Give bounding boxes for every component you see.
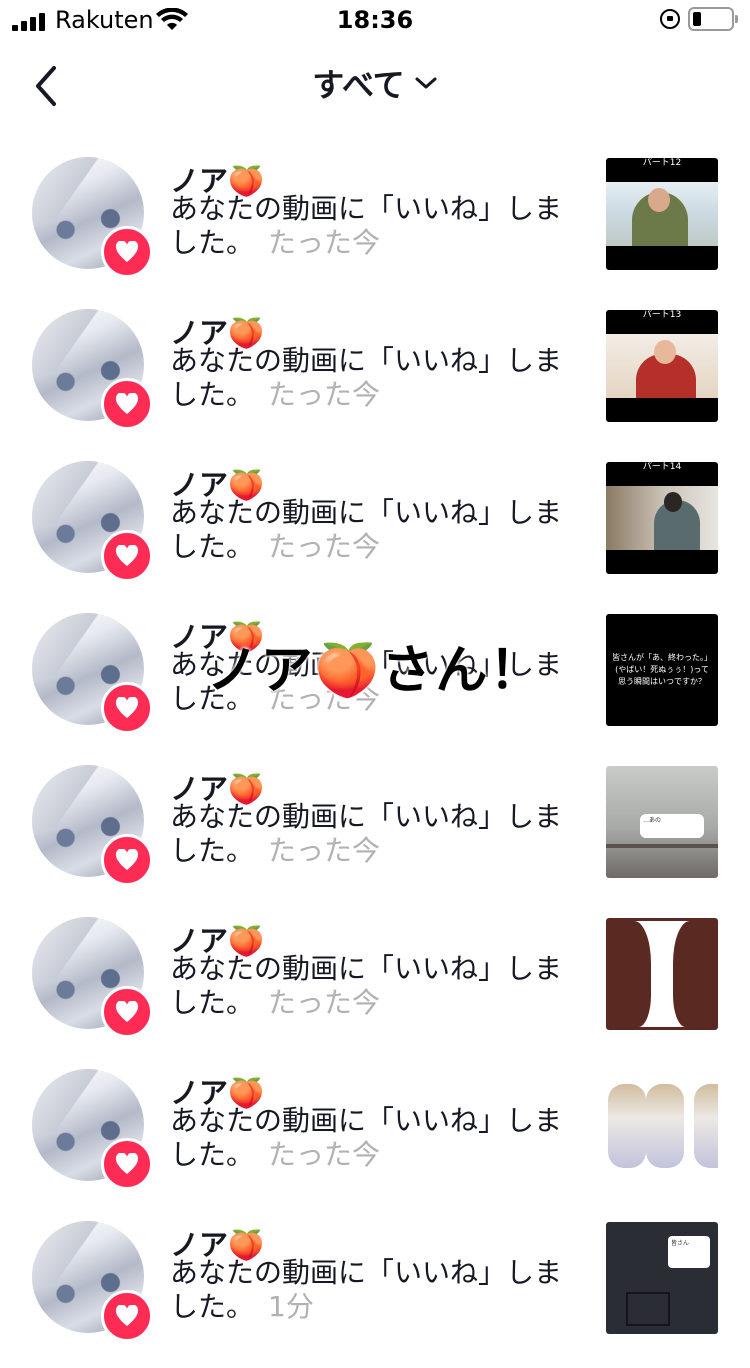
notification-row[interactable]: ノア🍑 あなたの動画に「いいね」しました。 たった今 パート13 (0, 304, 750, 456)
page-title: すべて (312, 66, 405, 104)
heart-icon (101, 682, 153, 734)
notification-time: たった今 (268, 834, 381, 867)
notification-message: あなたの動画に「いいね」しました。 たった今 (170, 344, 563, 411)
notification-row[interactable]: ノア🍑 あなたの動画に「いいね」しました。 たった今 …あの (0, 760, 750, 912)
notification-row[interactable]: ノア🍑 あなたの動画に「いいね」しました。 たった今 (0, 912, 750, 1064)
notification-time: たった今 (268, 378, 381, 411)
video-thumbnail[interactable] (606, 1070, 718, 1182)
nav-bar: すべて (0, 44, 750, 124)
video-thumbnail[interactable]: パート14 (606, 462, 718, 574)
notification-list: ノア🍑 あなたの動画に「いいね」しました。 たった今 パート12 ノア🍑 あなたの… (0, 152, 750, 1368)
chevron-down-icon (415, 77, 437, 89)
thumbnail-label: パート13 (642, 310, 682, 320)
notification-time: たった今 (268, 682, 381, 715)
video-thumbnail[interactable]: …あの (606, 766, 718, 878)
notification-message: あなたの動画に「いいね」しました。 たった今 (170, 1104, 563, 1171)
notification-time: たった今 (268, 1138, 381, 1171)
notification-message: あなたの動画に「いいね」しました。 たった今 (170, 648, 563, 715)
notification-message: あなたの動画に「いいね」しました。 たった今 (170, 952, 563, 1019)
notification-message: あなたの動画に「いいね」しました。 たった今 (170, 800, 563, 867)
heart-icon (101, 1138, 153, 1190)
notification-time: たった今 (268, 226, 381, 259)
notification-time: たった今 (268, 530, 381, 563)
notification-row[interactable]: ノア🍑 あなたの動画に「いいね」しました。 たった今 パート14 (0, 456, 750, 608)
notification-time: たった今 (268, 986, 381, 1019)
video-thumbnail[interactable]: 皆さんが「あ、終わった。」(やばい！死ぬぅぅ！)って思う瞬間はいつですか？ (606, 614, 718, 726)
thumbnail-text: 皆さんが「あ、終わった。」(やばい！死ぬぅぅ！)って思う瞬間はいつですか？ (612, 653, 712, 686)
thumbnail-text: …あの (640, 814, 704, 838)
thumbnail-label: パート14 (642, 462, 682, 472)
heart-icon (101, 378, 153, 430)
battery-icon (688, 7, 738, 31)
thumbnail-label: パート12 (642, 158, 682, 168)
heart-icon (101, 834, 153, 886)
notification-message: あなたの動画に「いいね」しました。 1分 (170, 1256, 563, 1323)
notification-message: あなたの動画に「いいね」しました。 たった今 (170, 496, 563, 563)
heart-icon (101, 986, 153, 1038)
notification-row[interactable]: ノア🍑 あなたの動画に「いいね」しました。 たった今 皆さんが「あ、終わった。」(… (0, 608, 750, 760)
video-thumbnail[interactable]: パート13 (606, 310, 718, 422)
filter-dropdown[interactable]: すべて (0, 60, 750, 106)
notification-time: 1分 (268, 1290, 314, 1323)
heart-icon (101, 226, 153, 278)
video-thumbnail[interactable] (606, 918, 718, 1030)
heart-icon (101, 530, 153, 582)
rotation-lock-icon (660, 9, 680, 29)
notification-message: あなたの動画に「いいね」しました。 たった今 (170, 192, 563, 259)
status-bar: Rakuten 18:36 (0, 0, 750, 40)
notification-row[interactable]: ノア🍑 あなたの動画に「いいね」しました。 たった今 (0, 1064, 750, 1216)
video-thumbnail[interactable]: パート12 (606, 158, 718, 270)
heart-icon (101, 1290, 153, 1342)
clock: 18:36 (336, 6, 414, 34)
notification-row[interactable]: ノア🍑 あなたの動画に「いいね」しました。 たった今 パート12 (0, 152, 750, 304)
video-thumbnail[interactable]: 皆さん (606, 1222, 718, 1334)
thumbnail-text: 皆さん (668, 1236, 710, 1268)
notification-row[interactable]: ノア🍑 あなたの動画に「いいね」しました。 1分 皆さん (0, 1216, 750, 1368)
